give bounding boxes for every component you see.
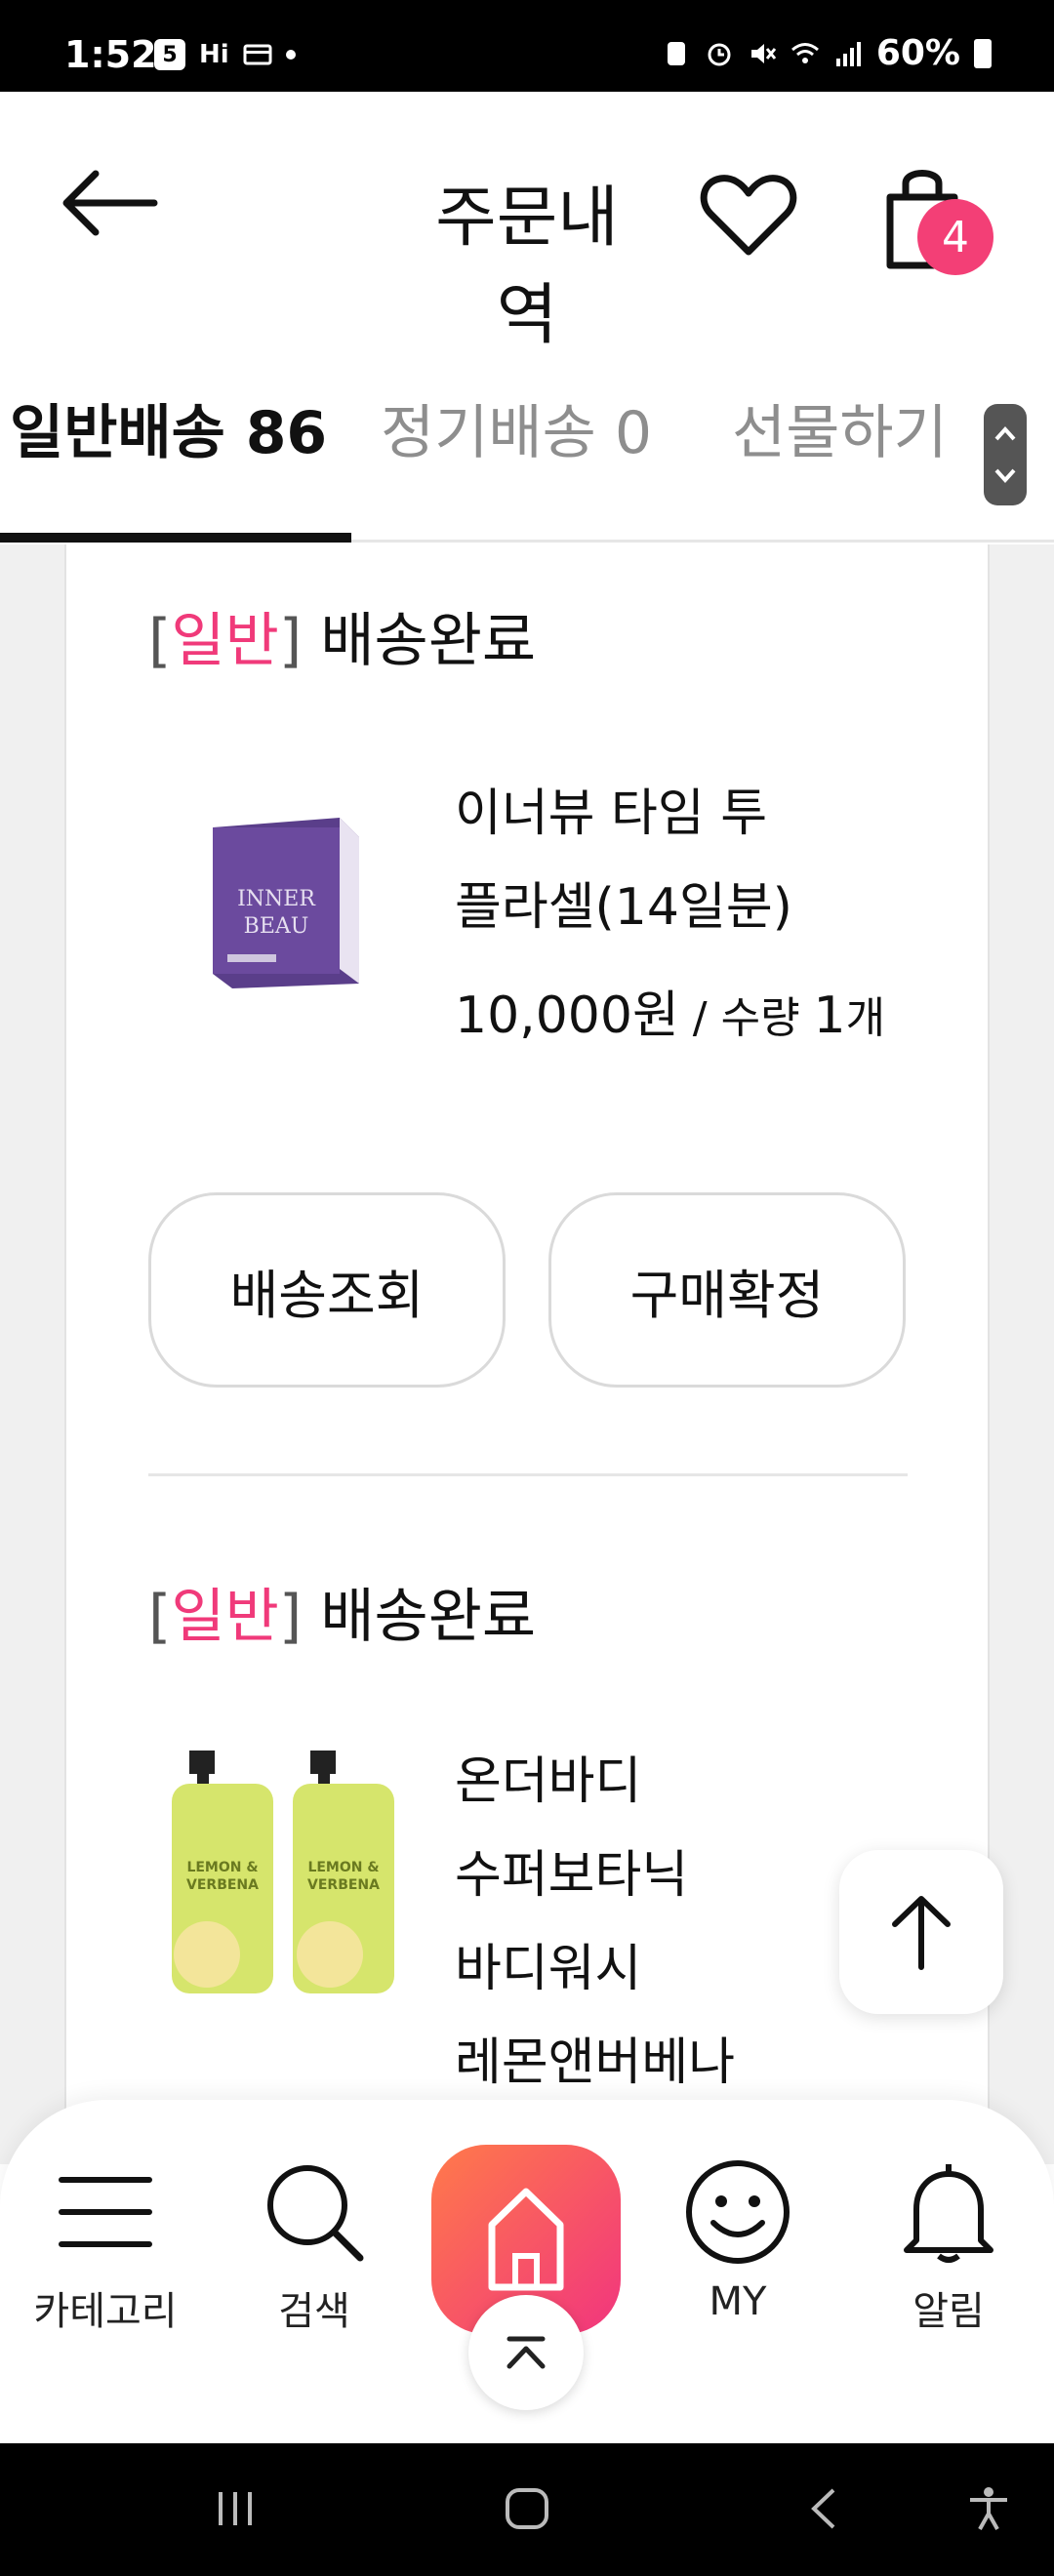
tab-subscription-delivery[interactable]: 정기배송 0 — [381, 384, 652, 482]
quantity-label: / 수량 — [678, 993, 814, 1043]
nav-category[interactable]: 카테고리 — [8, 2158, 203, 2336]
battery-icon — [974, 38, 992, 68]
bell-icon — [904, 2164, 993, 2263]
signal-icon — [835, 41, 861, 66]
confirm-purchase-button[interactable]: 구매확정 — [548, 1192, 906, 1388]
arrow-up-icon — [892, 1896, 951, 1970]
quantity-unit: 개 — [845, 993, 886, 1043]
back-system-icon[interactable] — [800, 2484, 849, 2533]
nav-search[interactable]: 검색 — [217, 2158, 412, 2336]
smiley-icon — [686, 2160, 790, 2264]
product-image[interactable]: LEMON & VERBENA LEMON & VERBENA — [168, 1745, 422, 2002]
mute-icon — [750, 43, 776, 63]
page-title: 주문내역 — [435, 180, 619, 354]
product-name-line: 온더바디 — [455, 1752, 642, 1811]
alarm-icon — [708, 43, 731, 65]
calendar-icon: 5 — [154, 39, 185, 70]
battery-percent: 60% — [875, 33, 960, 73]
nav-my[interactable]: MY — [640, 2158, 835, 2324]
product-price: 10,000원 — [455, 986, 679, 1045]
order-divider — [148, 1473, 908, 1476]
product-image-text-1: LEMON & — [307, 1860, 379, 1875]
active-tab-indicator — [0, 533, 351, 543]
delivery-status: 배송완료 — [302, 1583, 537, 1651]
bracket-close: ] — [278, 1583, 303, 1651]
track-delivery-button[interactable]: 배송조회 — [148, 1192, 506, 1388]
bracket-close: ] — [278, 607, 303, 675]
product-name-line: 플라셀(14일분) — [455, 878, 792, 937]
nav-alerts-label: 알림 — [912, 2289, 985, 2334]
chevron-up-down-icon — [994, 426, 1016, 483]
nav-category-label: 카테고리 — [33, 2289, 178, 2334]
menu-icon — [59, 2177, 152, 2247]
search-icon — [267, 2165, 364, 2262]
tab-gift[interactable]: 선물하기 — [732, 384, 948, 482]
product-name-line: 레몬앤버베나 — [455, 2033, 736, 2092]
order-type-tag: 일반 — [171, 607, 279, 675]
hi-icon: Hi — [199, 40, 229, 69]
delivery-status: 배송완료 — [302, 607, 537, 675]
quantity-value: 1 — [813, 986, 846, 1045]
bracket-open: [ — [148, 1583, 172, 1651]
scroll-to-top-button[interactable] — [839, 1850, 1003, 2014]
product-image-text-2: VERBENA — [186, 1877, 259, 1893]
product-name[interactable]: 이너뷰 타임 투 플라셀(14일분) — [455, 767, 923, 954]
product-name-line: 이너뷰 타임 투 — [455, 785, 768, 843]
status-time: 1:52 — [64, 33, 157, 76]
tab-standard-delivery[interactable]: 일반배송 86 — [10, 384, 327, 482]
nav-my-label: MY — [709, 2279, 767, 2324]
lock-app-icon — [667, 41, 685, 65]
status-notification-icons: 5 Hi — [154, 39, 296, 70]
order-status-header: [일반] 배송완료 — [148, 1569, 536, 1654]
order-type-tag: 일반 — [171, 1583, 279, 1651]
product-image-text-1: INNER — [237, 887, 316, 911]
accessibility-icon[interactable] — [964, 2484, 1013, 2533]
product-image-text-2: BEAU — [244, 914, 309, 939]
status-bar: 1:52 5 Hi 60% — [0, 0, 1054, 92]
product-image-text-2: VERBENA — [307, 1877, 380, 1893]
system-navigation-bar — [0, 2443, 1054, 2576]
product-image-text-1: LEMON & — [186, 1860, 258, 1875]
tab-scroll-button[interactable] — [984, 404, 1027, 505]
bottom-navigation: 카테고리 검색 MY 알림 — [0, 2100, 1054, 2443]
card-icon — [243, 44, 272, 65]
product-image[interactable]: INNER BEAU — [193, 808, 369, 997]
product-box-image: INNER BEAU — [213, 818, 359, 988]
recent-apps-icon[interactable] — [211, 2484, 260, 2533]
home-icon — [488, 2188, 564, 2291]
heart-icon — [700, 175, 797, 256]
order-status-header: [일반] 배송완료 — [148, 593, 536, 678]
nav-alerts[interactable]: 알림 — [851, 2158, 1046, 2336]
wifi-icon — [790, 42, 819, 63]
chevron-up-icon — [507, 2336, 546, 2369]
wishlist-button[interactable] — [695, 162, 802, 269]
bodywash-bottles-image: LEMON & VERBENA LEMON & VERBENA — [172, 1751, 394, 1993]
dot-icon — [285, 50, 296, 60]
arrow-left-icon — [62, 170, 158, 236]
product-price-qty: 10,000원 / 수량 1개 — [455, 974, 885, 1047]
collapse-nav-button[interactable] — [468, 2295, 584, 2410]
bracket-open: [ — [148, 607, 172, 675]
home-system-icon[interactable] — [502, 2484, 552, 2533]
status-system-icons: 60% — [662, 33, 992, 73]
back-button[interactable] — [57, 164, 164, 242]
cart-count-badge: 4 — [917, 199, 993, 275]
order-type-tabs: 일반배송 86 정기배송 0 선물하기 — [0, 375, 1054, 543]
nav-search-label: 검색 — [278, 2289, 350, 2334]
cart-button[interactable]: 4 — [878, 160, 995, 287]
app-header: 주문내역 4 — [0, 92, 1054, 375]
